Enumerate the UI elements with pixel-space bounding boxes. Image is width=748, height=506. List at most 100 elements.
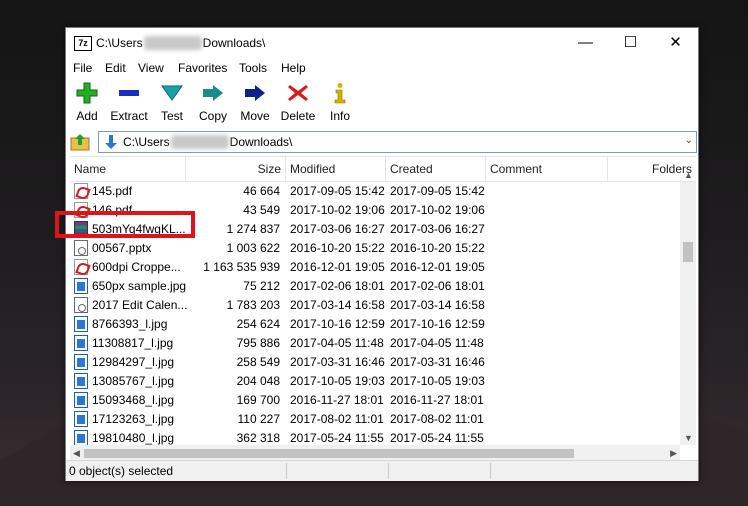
file-created: 2017-02-06 18:01 bbox=[390, 279, 485, 293]
file-row[interactable]: 12984297_l.jpg 258 549 2017-03-31 16:46 201… bbox=[70, 353, 680, 372]
menu-help[interactable]: Help bbox=[281, 61, 306, 75]
move-icon bbox=[245, 85, 265, 101]
file-size: 46 664 bbox=[243, 184, 280, 198]
column-name[interactable]: Name bbox=[70, 157, 186, 181]
jpg-file-icon bbox=[74, 278, 88, 294]
file-modified: 2016-12-01 19:05 bbox=[290, 260, 385, 274]
window-title: C:\Users Downloads\ bbox=[96, 36, 266, 50]
file-modified: 2017-09-05 15:42 bbox=[290, 184, 385, 198]
doc-file-icon bbox=[74, 240, 88, 256]
file-name: 13085767_l.jpg bbox=[92, 374, 175, 388]
scroll-right-icon[interactable]: ▶ bbox=[670, 448, 677, 459]
vertical-scroll-thumb[interactable] bbox=[683, 242, 693, 262]
column-header: Name Size Modified Created Comment Folde… bbox=[70, 157, 696, 182]
file-row[interactable]: 13085767_l.jpg 204 048 2017-10-05 19:03 201… bbox=[70, 372, 680, 391]
file-modified: 2016-10-20 15:22 bbox=[290, 241, 385, 255]
file-created: 2017-03-31 16:46 bbox=[390, 355, 485, 369]
file-created: 2017-10-05 19:03 bbox=[390, 374, 485, 388]
file-row[interactable]: 17123263_l.jpg 110 227 2017-08-02 11:01 201… bbox=[70, 410, 680, 429]
jpg-file-icon bbox=[74, 316, 88, 332]
file-size: 75 212 bbox=[243, 279, 280, 293]
menu-tools[interactable]: Tools bbox=[239, 61, 267, 75]
file-size: 110 227 bbox=[237, 412, 281, 426]
vertical-scrollbar[interactable]: ▲ ▼ bbox=[680, 170, 696, 445]
file-size: 169 700 bbox=[236, 393, 280, 407]
delete-button[interactable]: Delete bbox=[280, 82, 316, 123]
title-bar[interactable]: 7z C:\Users Downloads\ — ☐ ✕ bbox=[66, 28, 698, 58]
horizontal-scroll-thumb[interactable] bbox=[84, 449, 574, 458]
file-row[interactable]: 145.pdf 46 664 2017-09-05 15:42 2017-09-05 … bbox=[70, 182, 680, 201]
file-row[interactable]: 650px sample.jpg 75 212 2017-02-06 18:01 20… bbox=[70, 277, 680, 296]
menu-view[interactable]: View bbox=[138, 61, 164, 75]
file-created: 2017-03-14 16:58 bbox=[390, 298, 485, 312]
file-name: 15093468_l.jpg bbox=[92, 393, 175, 407]
file-modified: 2017-10-16 12:59 bbox=[290, 317, 385, 331]
file-name: 8766393_l.jpg bbox=[92, 317, 168, 331]
file-size: 1 163 535 939 bbox=[203, 260, 280, 274]
7zip-app-icon: 7z bbox=[74, 36, 92, 51]
file-row[interactable]: 11308817_l.jpg 795 886 2017-04-05 11:48 201… bbox=[70, 334, 680, 353]
column-size[interactable]: Size bbox=[186, 157, 286, 181]
delete-icon bbox=[288, 85, 308, 101]
file-name: 11308817_l.jpg bbox=[92, 336, 174, 350]
info-icon bbox=[334, 83, 346, 104]
path-input[interactable]: C:\Users Downloads\ ⌄ bbox=[98, 131, 697, 153]
file-size: 254 624 bbox=[236, 317, 280, 331]
file-name: 145.pdf bbox=[92, 184, 133, 198]
file-size: 43 549 bbox=[243, 203, 280, 217]
file-row[interactable]: 15093468_l.jpg 169 700 2016-11-27 18:01 201… bbox=[70, 391, 680, 410]
column-folders[interactable]: Folders bbox=[608, 157, 696, 181]
file-name: 00567.pptx bbox=[92, 241, 152, 255]
menu-file[interactable]: File bbox=[73, 61, 92, 75]
add-button[interactable]: Add bbox=[74, 82, 100, 123]
file-created: 2016-10-20 15:22 bbox=[390, 241, 485, 255]
jpg-file-icon bbox=[74, 354, 88, 370]
file-created: 2017-03-06 16:27 bbox=[390, 222, 485, 236]
file-size: 204 048 bbox=[236, 374, 280, 388]
file-created: 2016-11-27 18:01 bbox=[390, 393, 484, 407]
close-button[interactable]: ✕ bbox=[653, 28, 698, 58]
info-button[interactable]: Info bbox=[328, 82, 352, 123]
chevron-down-icon[interactable]: ⌄ bbox=[685, 135, 693, 146]
minimize-button[interactable]: — bbox=[563, 28, 608, 58]
file-modified: 2017-03-14 16:58 bbox=[290, 298, 385, 312]
file-size: 1 783 203 bbox=[226, 298, 280, 312]
file-name: 19810480_l.jpg bbox=[92, 431, 175, 445]
file-created: 2017-05-24 11:55 bbox=[390, 431, 484, 445]
file-row[interactable]: 00567.pptx 1 003 622 2016-10-20 15:22 2016-… bbox=[70, 239, 680, 258]
file-size: 1 274 837 bbox=[226, 222, 280, 236]
column-modified[interactable]: Modified bbox=[286, 157, 386, 181]
folder-up-icon[interactable] bbox=[70, 133, 90, 151]
copy-button[interactable]: Copy bbox=[197, 82, 229, 123]
jpg-file-icon bbox=[74, 392, 88, 408]
file-created: 2017-10-16 12:59 bbox=[390, 317, 485, 331]
extract-icon bbox=[119, 90, 139, 96]
move-button[interactable]: Move bbox=[239, 82, 271, 123]
test-button[interactable]: Test bbox=[159, 82, 185, 123]
redacted-username bbox=[170, 135, 229, 149]
scroll-up-icon[interactable]: ▲ bbox=[684, 170, 693, 180]
test-icon bbox=[161, 85, 183, 101]
copy-icon bbox=[203, 85, 223, 101]
file-size: 1 003 622 bbox=[226, 241, 280, 255]
file-row[interactable]: 8766393_l.jpg 254 624 2017-10-16 12:59 2017… bbox=[70, 315, 680, 334]
scroll-down-icon[interactable]: ▼ bbox=[684, 433, 693, 443]
extract-button[interactable]: Extract bbox=[110, 82, 148, 123]
file-modified: 2017-03-06 16:27 bbox=[290, 222, 385, 236]
file-created: 2016-12-01 19:05 bbox=[390, 260, 485, 274]
file-name: 650px sample.jpg bbox=[92, 279, 187, 293]
column-created[interactable]: Created bbox=[386, 157, 486, 181]
file-size: 795 886 bbox=[236, 336, 280, 350]
column-comment[interactable]: Comment bbox=[486, 157, 608, 181]
file-row[interactable]: 2017 Edit Calen... 1 783 203 2017-03-14 16… bbox=[70, 296, 680, 315]
file-row[interactable]: 600dpi Croppe... 1 163 535 939 2016-12-01 … bbox=[70, 258, 680, 277]
menu-edit[interactable]: Edit bbox=[105, 61, 126, 75]
horizontal-scrollbar[interactable]: ◀ ▶ bbox=[70, 445, 680, 461]
scroll-left-icon[interactable]: ◀ bbox=[73, 448, 80, 459]
menu-favorites[interactable]: Favorites bbox=[178, 61, 227, 75]
selection-status: 0 object(s) selected bbox=[69, 464, 174, 478]
maximize-button[interactable]: ☐ bbox=[608, 28, 653, 58]
file-created: 2017-04-05 11:48 bbox=[390, 336, 484, 350]
toolbar: Add Extract Test Copy Move Delete Info bbox=[66, 78, 698, 128]
pdf-file-icon bbox=[74, 183, 88, 199]
